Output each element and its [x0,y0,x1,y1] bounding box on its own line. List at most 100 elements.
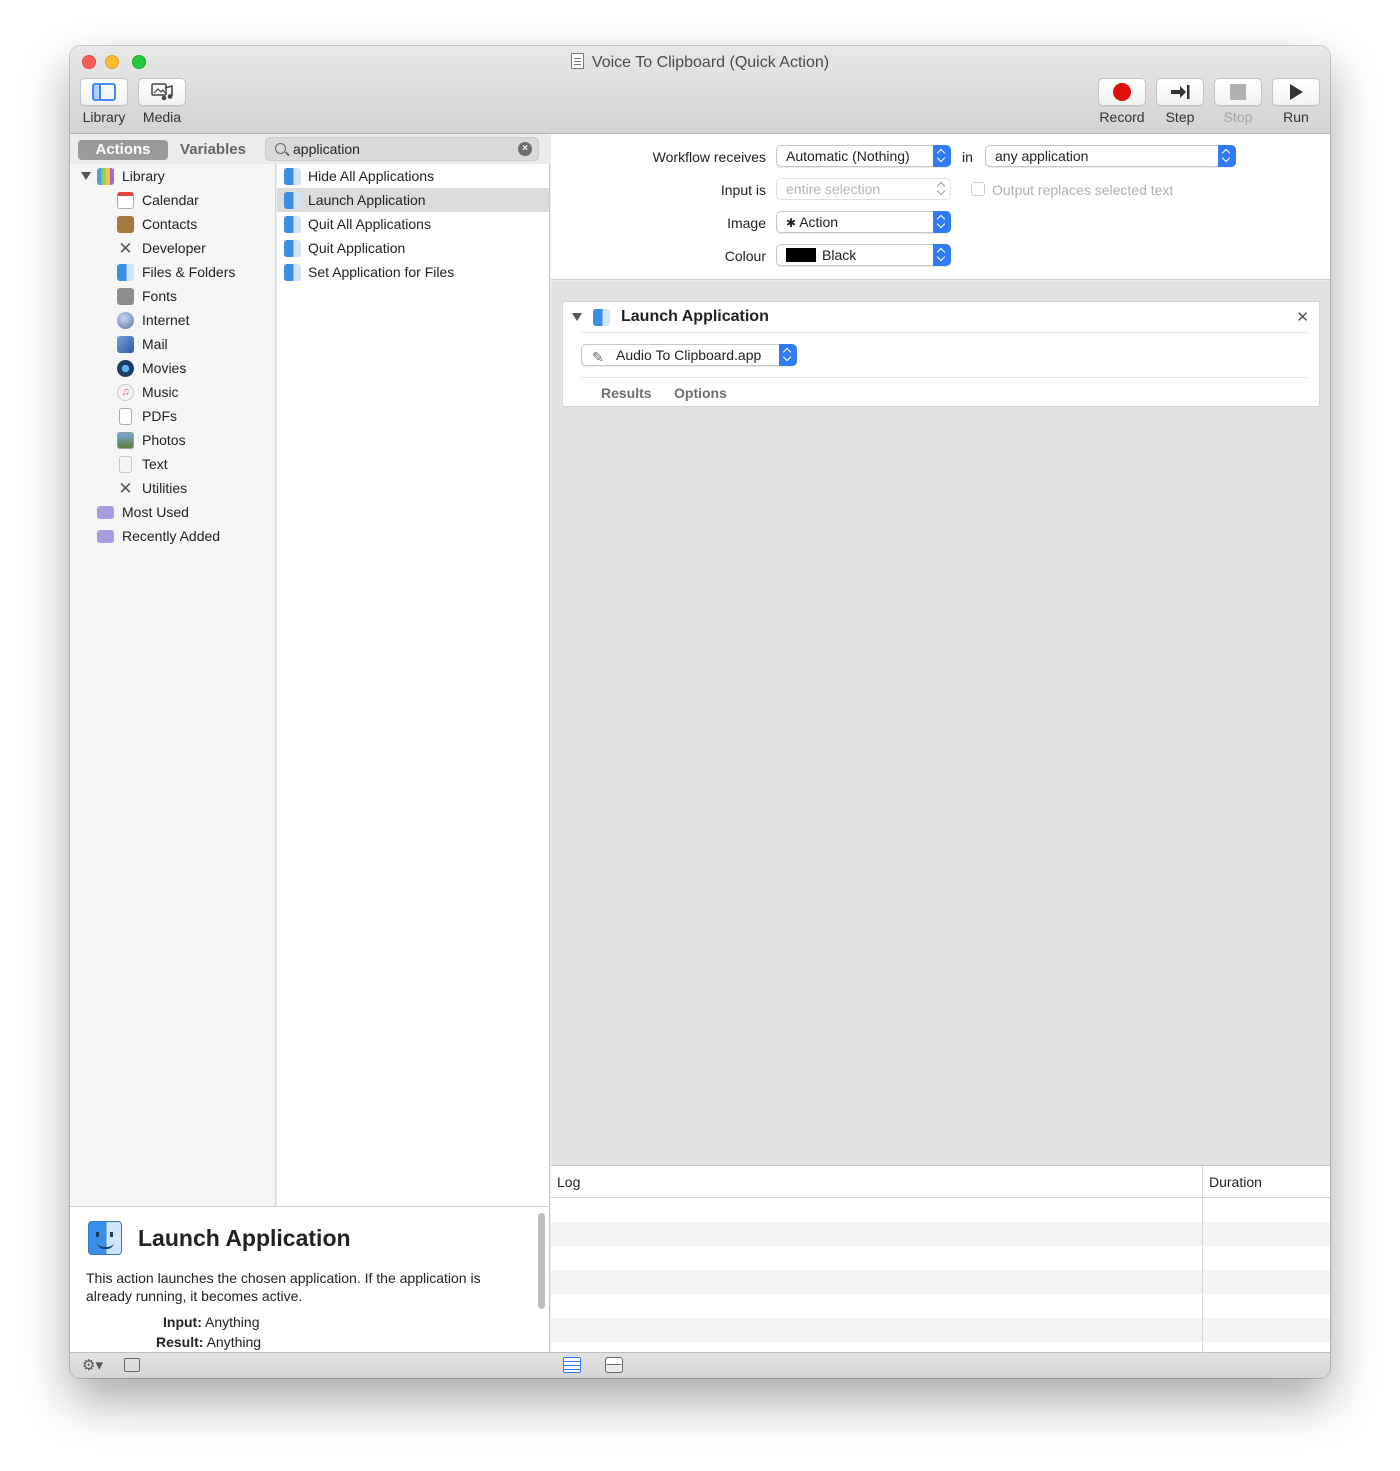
in-application-popup[interactable]: any application [985,145,1236,167]
library-item-developer[interactable]: ✕ Developer [70,236,275,260]
finder-icon [284,264,301,281]
library-item-internet[interactable]: Internet [70,308,275,332]
library-item-photos[interactable]: Photos [70,428,275,452]
duration-column-header[interactable]: Duration [1209,1174,1262,1190]
popup-arrows-icon [933,244,951,266]
finder-icon [88,1221,122,1255]
pdf-icon [119,408,132,425]
application-popup[interactable]: ✎ Audio To Clipboard.app [581,344,797,366]
log-header-row: Log Duration [551,1166,1330,1198]
gear-icon[interactable]: ⚙▾ [82,1356,103,1374]
search-input[interactable]: application [293,141,360,157]
colour-label: Colour [724,248,766,264]
input-label: Input: [163,1314,202,1330]
collapse-triangle-icon[interactable] [572,313,582,321]
action-item[interactable]: Quit Application [277,236,549,260]
library-item-label: Internet [142,312,190,328]
library-item-label: Photos [142,432,186,448]
options-tab[interactable]: Options [674,385,727,401]
description-scrollbar[interactable] [538,1213,545,1309]
action-item-label: Quit Application [308,240,406,256]
popup-arrows-icon [933,145,951,167]
close-icon[interactable]: ✕ [1296,308,1309,326]
automator-window: Voice To Clipboard (Quick Action) Librar… [70,46,1330,1378]
globe-icon [117,312,134,329]
actions-list: Hide All Applications Launch Application… [277,164,550,1206]
library-item-label: Utilities [142,480,188,496]
window-title: Voice To Clipboard (Quick Action) [70,53,1330,72]
search-icon [275,143,286,154]
launch-application-action-card[interactable]: Launch Application ✕ ✎ Audio To Clipboar… [562,301,1320,407]
movies-icon [117,360,134,377]
library-item-music[interactable]: ♫ Music [70,380,275,404]
action-item-selected[interactable]: Launch Application [277,188,549,212]
log-row [551,1270,1330,1294]
library-item-most-used[interactable]: Most Used [70,500,275,524]
divider [581,377,1309,378]
library-item-files-folders[interactable]: Files & Folders [70,260,275,284]
action-item-label: Hide All Applications [308,168,435,184]
workflow-receives-value: Automatic (Nothing) [786,148,910,164]
library-item-label: Music [142,384,179,400]
run-button[interactable]: Run [1272,78,1320,125]
library-item-fonts[interactable]: Fonts [70,284,275,308]
library-item-movies[interactable]: Movies [70,356,275,380]
library-item-contacts[interactable]: Contacts [70,212,275,236]
library-item-label: Calendar [142,192,199,208]
fonts-icon [117,288,134,305]
window-title-text: Voice To Clipboard (Quick Action) [591,54,830,71]
library-item-text[interactable]: Text [70,452,275,476]
image-popup[interactable]: ✱ Action [776,211,951,233]
log-table: Log Duration [551,1165,1330,1353]
action-item-label: Launch Application [308,192,426,208]
record-button[interactable]: Record [1098,78,1146,125]
action-item[interactable]: Quit All Applications [277,212,549,236]
photos-icon [117,432,134,449]
stop-label: Stop [1223,109,1253,125]
tab-variables[interactable]: Variables [168,140,258,160]
stop-button: Stop [1214,78,1262,125]
colour-popup[interactable]: Black [776,244,951,266]
stop-icon [1214,78,1262,106]
flow-view-icon[interactable] [605,1357,623,1373]
media-toolbar-button[interactable]: Media [138,78,186,125]
library-list: Library Calendar Contacts ✕ Developer Fi… [70,164,276,1206]
description-input: Input: Anything [163,1314,259,1330]
library-item-label: Mail [142,336,168,352]
library-item-mail[interactable]: Mail [70,332,275,356]
record-icon [1098,78,1146,106]
input-value: Anything [205,1314,260,1330]
action-item-label: Set Application for Files [308,264,455,280]
action-item[interactable]: Hide All Applications [277,164,549,188]
media-icon [138,78,186,106]
clear-search-button[interactable]: × [518,142,532,156]
input-is-label: Input is [720,182,766,198]
library-item-calendar[interactable]: Calendar [70,188,275,212]
description-toggle-icon[interactable] [124,1358,140,1372]
library-toolbar-label: Library [82,109,126,125]
disclosure-triangle-icon[interactable] [81,172,91,180]
music-icon: ♫ [117,384,134,401]
smart-folder-icon [97,506,114,519]
finder-icon [284,168,301,185]
action-item[interactable]: Set Application for Files [277,260,549,284]
workflow-receives-popup[interactable]: Automatic (Nothing) [776,145,951,167]
library-books-icon [97,168,114,185]
library-item-recently-added[interactable]: Recently Added [70,524,275,548]
library-item-utilities[interactable]: ✕ Utilities [70,476,275,500]
library-item-label: Fonts [142,288,178,304]
search-field[interactable]: application × [265,137,539,161]
library-item-label: PDFs [142,408,177,424]
library-root-row[interactable]: Library [70,164,275,188]
app-icon: ✎ [592,349,604,365]
list-view-icon[interactable] [563,1357,581,1373]
workflow-canvas[interactable]: Launch Application ✕ ✎ Audio To Clipboar… [551,281,1330,1165]
library-toolbar-button[interactable]: Library [80,78,128,125]
results-tab[interactable]: Results [601,385,652,401]
bottom-bar: ⚙▾ [70,1352,1330,1378]
library-item-pdfs[interactable]: PDFs [70,404,275,428]
log-column-header[interactable]: Log [557,1174,580,1190]
step-button[interactable]: Step [1156,78,1204,125]
tab-actions[interactable]: Actions [78,140,168,160]
library-item-label: Recently Added [122,528,221,544]
